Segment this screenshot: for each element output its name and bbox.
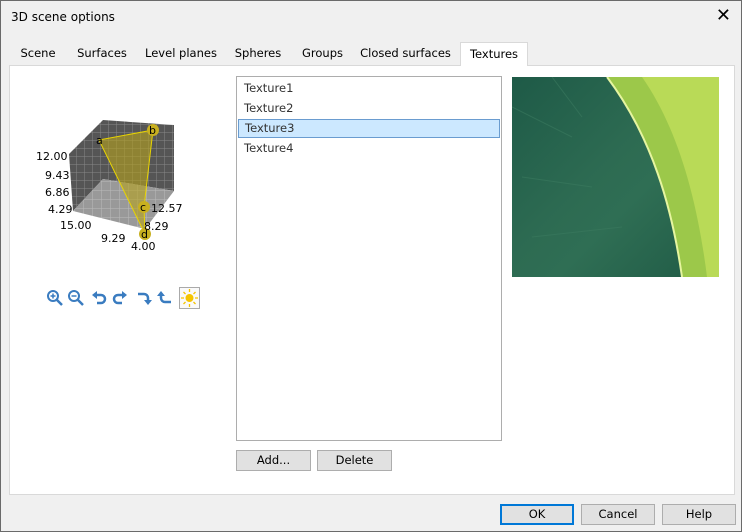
help-button[interactable]: Help	[662, 504, 736, 525]
tab-closed-surfaces[interactable]: Closed surfaces	[356, 42, 455, 65]
texture-list[interactable]: Texture1 Texture2 Texture3 Texture4	[236, 76, 502, 441]
tilt-up-icon[interactable]	[156, 289, 174, 307]
rotate-right-icon[interactable]	[111, 289, 129, 307]
tab-scene[interactable]: Scene	[13, 42, 63, 65]
x-tick: 15.00	[60, 219, 92, 232]
rotate-left-icon[interactable]	[90, 289, 108, 307]
zoom-out-icon[interactable]	[67, 289, 85, 307]
dialog-title: 3D scene options	[11, 10, 115, 24]
list-item[interactable]: Texture2	[238, 99, 500, 118]
list-item-selected[interactable]: Texture3	[238, 119, 500, 138]
z-tick: 12.00	[36, 150, 68, 163]
tab-surfaces[interactable]: Surfaces	[69, 42, 135, 65]
texture-preview-image	[512, 77, 719, 277]
list-item[interactable]: Texture4	[238, 139, 500, 158]
y-tick: 12.57	[151, 202, 183, 215]
point-label: b	[149, 124, 156, 137]
close-icon[interactable]: ✕	[716, 5, 731, 26]
z-tick: 6.86	[45, 186, 70, 199]
point-label: a	[96, 134, 103, 147]
tab-groups[interactable]: Groups	[295, 42, 350, 65]
z-tick: 4.29	[48, 203, 73, 216]
scene-preview[interactable]: a b c d 12.00 9.43 6.86 4.29 15.00 9.29 …	[21, 101, 221, 251]
light-toggle-button[interactable]	[179, 287, 200, 309]
dialog-window: 3D scene options ✕ Scene Surfaces Level …	[0, 0, 742, 532]
z-tick: 9.43	[45, 169, 70, 182]
zoom-in-icon[interactable]	[46, 289, 64, 307]
point-label: c	[140, 201, 146, 214]
cancel-button[interactable]: Cancel	[581, 504, 655, 525]
add-button[interactable]: Add...	[236, 450, 311, 471]
tab-textures[interactable]: Textures	[460, 42, 528, 66]
delete-button[interactable]: Delete	[317, 450, 392, 471]
tab-spheres[interactable]: Spheres	[227, 42, 289, 65]
x-tick: 4.00	[131, 240, 156, 251]
y-tick: 8.29	[144, 220, 169, 233]
list-item[interactable]: Texture1	[238, 79, 500, 98]
tilt-down-icon[interactable]	[135, 289, 153, 307]
ok-button[interactable]: OK	[500, 504, 574, 525]
x-tick: 9.29	[101, 232, 126, 245]
tab-level-planes[interactable]: Level planes	[141, 42, 221, 65]
light-icon	[181, 289, 198, 307]
